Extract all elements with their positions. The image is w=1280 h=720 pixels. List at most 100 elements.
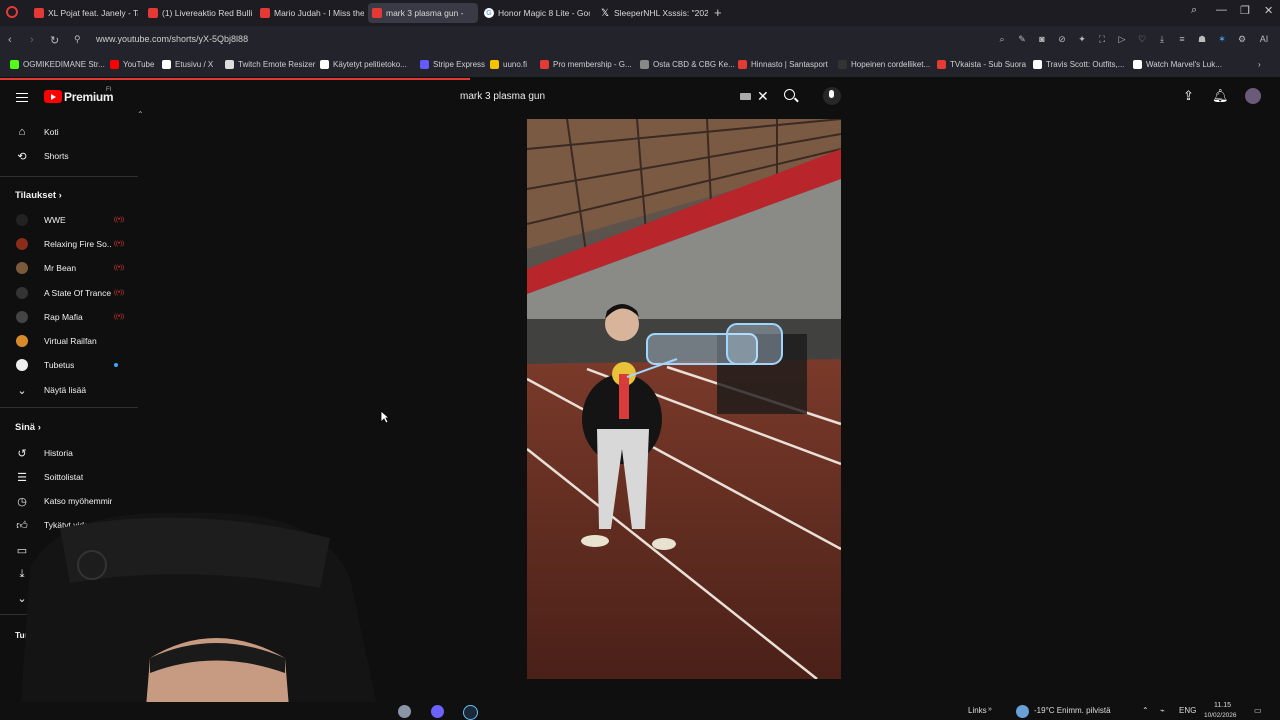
sidebar-subscription[interactable]: Virtual Railfan (0, 331, 140, 351)
channel-avatar (15, 237, 29, 251)
microphone-icon[interactable] (823, 87, 841, 105)
shorts-video-player[interactable] (527, 119, 841, 679)
sidebar-subscription[interactable]: Relaxing Fire So... ((•)) (0, 234, 140, 254)
weather-text[interactable]: -19°C Enimm. pilvistä (1034, 706, 1111, 715)
keyboard-icon[interactable] (740, 93, 751, 100)
search-icon[interactable] (784, 89, 795, 100)
bookmark-favicon-icon (162, 60, 171, 69)
play-icon[interactable]: ▷ (1116, 33, 1128, 45)
bookmark-item[interactable]: TVkaista - Sub Suora (937, 60, 1026, 69)
opera-logo-icon[interactable] (6, 6, 18, 18)
sidebar-item-home[interactable]: ⌂ Koti (0, 122, 140, 142)
browser-tab[interactable]: XL Pojat feat. Janely - Tap... (30, 3, 138, 23)
sidebar-subscription[interactable]: Mr Bean ((•)) (0, 258, 140, 278)
bookmark-item[interactable]: Watch Marvel's Luk... (1133, 60, 1222, 69)
links-toolbar[interactable]: Links (968, 706, 987, 715)
notification-center-icon[interactable]: ▭ (1254, 706, 1262, 715)
tab-title: mark 3 plasma gun - (386, 8, 464, 18)
show-more-button[interactable]: ⌄ Näytä lisää (0, 380, 140, 400)
tab-title: (1) Livereaktio Red Bullin... (162, 8, 252, 18)
sidebar-subscription[interactable]: Rap Mafia ((•)) (0, 307, 140, 327)
bookmark-item[interactable]: OGMIKEDIMANE Str... (10, 60, 105, 69)
sidebar-item-playlists[interactable]: ☰ Soittolistat (0, 467, 140, 487)
chevron-icon[interactable]: » (988, 706, 992, 713)
search-tabs-icon[interactable]: ⌕ (1191, 4, 1197, 17)
bookmarks-overflow-icon[interactable]: › (1258, 60, 1261, 69)
adblock-icon[interactable]: ⊘ (1056, 33, 1068, 45)
browser-tab[interactable]: G Honor Magic 8 Lite - Goo... (480, 3, 590, 23)
bookmark-item[interactable]: Käytetyt pelitietoko... (320, 60, 407, 69)
upload-icon[interactable]: ⇪ (1183, 88, 1194, 104)
sidebar-item-label: Soittolistat (44, 472, 84, 482)
bookmark-item[interactable]: Stripe Express (420, 60, 485, 69)
browser-tab[interactable]: (1) Livereaktio Red Bullin... (144, 3, 252, 23)
extension-blue-icon[interactable]: ✶ (1216, 33, 1228, 45)
settings-icon[interactable]: ⚙ (1236, 33, 1248, 45)
you-heading[interactable]: Sinä › (15, 422, 41, 433)
bookmark-label: uuno.fi (503, 60, 528, 69)
new-tab-icon[interactable]: + (714, 5, 722, 20)
steam-icon[interactable] (463, 705, 478, 720)
reload-icon[interactable]: ↻ (50, 34, 59, 47)
sidebar-item-label: Katso myöhemmin (44, 496, 112, 506)
menu-list-icon[interactable]: ≡ (1176, 33, 1188, 45)
bookmark-item[interactable]: Hopeinen cordelliket... (838, 60, 930, 69)
profile-icon[interactable]: ☗ (1196, 33, 1208, 45)
search-input[interactable]: mark 3 plasma gun (460, 91, 545, 102)
back-icon[interactable]: ‹ (8, 34, 12, 46)
bookmark-item[interactable]: YouTube (110, 60, 154, 69)
search-page-icon[interactable]: ⌕ (996, 33, 1008, 45)
sidebar-subscription[interactable]: Tubetus (0, 355, 140, 375)
bookmark-item[interactable]: Travis Scott: Outfits,... (1033, 60, 1124, 69)
camera-icon[interactable]: ◙ (1036, 33, 1048, 45)
bookmark-item[interactable]: Twitch Emote Resizer (225, 60, 315, 69)
menu-icon[interactable] (16, 93, 28, 102)
edit-icon[interactable]: ✎ (1016, 33, 1028, 45)
clock-time[interactable]: 11.15 (1214, 702, 1231, 709)
sidebar-item-shorts[interactable]: ⟲ Shorts (0, 146, 140, 166)
live-indicator-icon: ((•)) (114, 241, 125, 248)
sidebar-subscription[interactable]: A State Of Trance ((•)) (0, 283, 140, 303)
youtube-logo-icon[interactable] (44, 90, 62, 103)
bookmark-label: Osta CBD & CBG Ke... (653, 60, 735, 69)
sidebar-item-history[interactable]: ↺ Historia (0, 443, 140, 463)
discord-icon[interactable] (431, 705, 444, 718)
bookmark-favicon-icon (838, 60, 847, 69)
heart-icon[interactable]: ♡ (1136, 33, 1148, 45)
app-icon[interactable] (398, 705, 411, 718)
browser-tab-bar: XL Pojat feat. Janely - Tap... (1) Liver… (0, 0, 1280, 26)
bookmark-item[interactable]: uuno.fi (490, 60, 527, 69)
language-indicator[interactable]: ENG (1179, 706, 1196, 715)
browser-tab[interactable]: 𝕏 SleeperNHL Xsssis: "2026 m... ✕ (596, 3, 708, 23)
screenshot-icon[interactable]: ⛶ (1096, 33, 1108, 45)
clear-search-icon[interactable]: ✕ (757, 88, 769, 105)
bookmark-label: Hinnasto | Santasport (751, 60, 828, 69)
sidebar-subscription[interactable]: WWE ((•)) (0, 210, 140, 230)
url-field[interactable]: www.youtube.com/shorts/yX-5Qbj8l88 (96, 34, 248, 44)
youtube-icon (148, 8, 158, 18)
site-info-icon[interactable]: ⚲ (74, 34, 81, 45)
browser-tab[interactable]: Mario Judah - I Miss the R... (256, 3, 364, 23)
bookmark-item[interactable]: Etusivu / X (162, 60, 213, 69)
bookmarks-bar: OGMIKEDIMANE Str... YouTube Etusivu / X Twi… (0, 55, 1280, 78)
bookmark-item[interactable]: Hinnasto | Santasport (738, 60, 828, 69)
tray-expand-icon[interactable]: ⌃ (1142, 706, 1149, 715)
forward-icon[interactable]: › (30, 34, 34, 46)
download-icon[interactable]: ⤓ (1156, 33, 1168, 45)
subscriptions-heading[interactable]: Tilaukset › (15, 190, 62, 201)
bookmark-item[interactable]: Pro membership - G... (540, 60, 632, 69)
tab-title: SleeperNHL Xsssis: "2026 m... (614, 8, 708, 18)
notifications-icon[interactable]: 🔔︎ (1212, 88, 1229, 104)
minimize-icon[interactable]: — (1216, 4, 1227, 16)
scroll-up-icon[interactable]: ⌃ (137, 110, 144, 119)
close-window-icon[interactable]: ✕ (1264, 4, 1273, 17)
bookmark-item[interactable]: Osta CBD & CBG Ke... (640, 60, 735, 69)
sidebar-item-label: Tubetus (44, 360, 75, 371)
network-icon[interactable]: ⌁ (1160, 706, 1165, 715)
account-avatar[interactable] (1245, 88, 1261, 104)
clock-date[interactable]: 10/02/2026 (1204, 712, 1237, 719)
extension-icon[interactable]: ✦ (1076, 33, 1088, 45)
browser-tab-active[interactable]: mark 3 plasma gun - (368, 3, 478, 23)
restore-icon[interactable]: ❐ (1240, 4, 1250, 17)
ai-icon[interactable]: AI (1256, 33, 1272, 45)
